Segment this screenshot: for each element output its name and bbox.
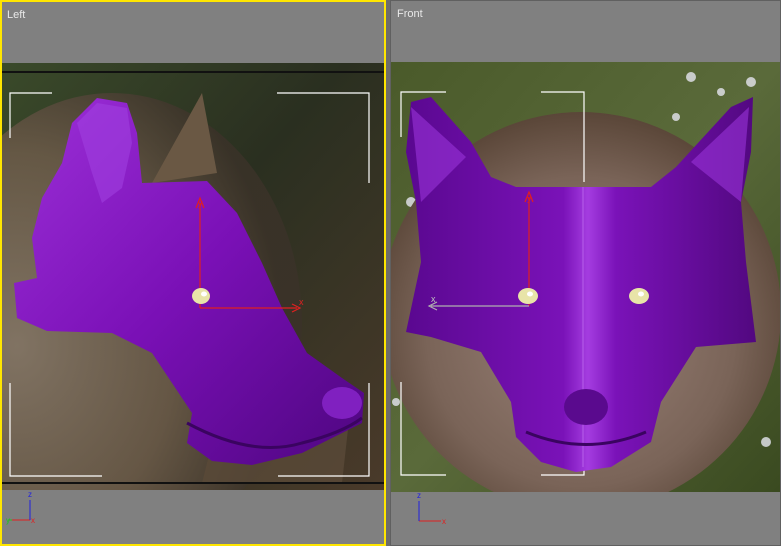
axis-label-x: x: [31, 516, 35, 525]
eye-left-front-view: [629, 288, 649, 304]
wolf-mesh-left-view: y x: [2, 63, 384, 490]
viewport-label-left[interactable]: Left: [7, 9, 25, 21]
viewport-label-front[interactable]: Front: [397, 8, 423, 20]
wolf-mesh-front-view: y x: [391, 62, 780, 492]
axis-label-x: x: [442, 517, 446, 526]
front-viewport[interactable]: Front y x z x: [390, 0, 781, 546]
axis-label-y: y: [6, 516, 10, 525]
world-axis-icon-front: z x: [411, 487, 451, 527]
left-viewport-scene[interactable]: y x: [2, 63, 384, 490]
front-viewport-scene[interactable]: y x: [391, 62, 780, 492]
axis-label-z: z: [417, 491, 421, 500]
axis-label-z: z: [28, 490, 32, 499]
transform-axis-label-y: y: [198, 198, 203, 208]
transform-axis-label-y: y: [527, 193, 532, 203]
eye-right-front-view: [518, 288, 538, 304]
transform-axis-label-x: x: [431, 294, 436, 304]
transform-axis-label-x: x: [299, 297, 304, 307]
eye-left-view: [192, 288, 210, 304]
left-viewport[interactable]: Left y x z x y: [0, 0, 386, 546]
world-axis-icon-left: z x y: [6, 486, 46, 526]
